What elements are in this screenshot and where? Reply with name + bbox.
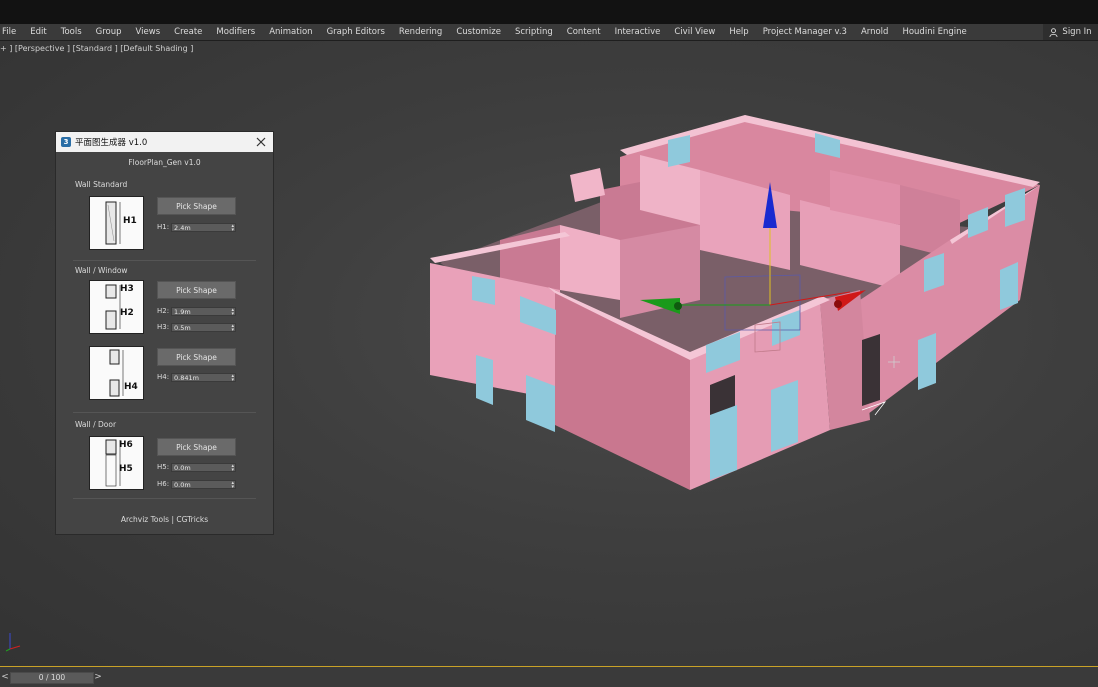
menu-group[interactable]: Group [89,24,129,40]
wall-window-thumbnail: H3 H2 [89,280,144,334]
section-wall-door: Wall / Door [75,420,117,429]
menu-views[interactable]: Views [129,24,168,40]
h2-value: 1.9m [174,308,191,316]
menu-project-manager[interactable]: Project Manager v.3 [756,24,854,40]
dialog-subtitle: FloorPlan_Gen v1.0 [128,158,201,167]
timeline-bar: < 0 / 100 > [0,666,1098,687]
h5-spinner[interactable]: 0.0m ▴ ▾ [171,463,236,473]
h2-thumb-label: H2 [120,308,134,318]
next-frame-button[interactable]: > [94,672,102,682]
h4-label: H4: [157,373,170,381]
h6-value: 0.0m [174,481,191,489]
spinner-arrows-icon[interactable]: ▴ ▾ [231,224,234,233]
menu-graph-editors[interactable]: Graph Editors [320,24,392,40]
menu-modifiers[interactable]: Modifiers [209,24,262,40]
wall-door-thumbnail: H6 H5 [89,436,144,490]
frame-counter: 0 / 100 [38,673,66,682]
separator [73,412,256,413]
menu-houdini-engine[interactable]: Houdini Engine [895,24,973,40]
h6-spinner[interactable]: 0.0m ▴ ▾ [171,480,236,490]
spinner-arrows-icon[interactable]: ▴ ▾ [231,374,234,383]
app-3ds-icon: 3 [61,137,71,147]
menu-rendering[interactable]: Rendering [392,24,449,40]
menu-help[interactable]: Help [722,24,755,40]
dialog-titlebar[interactable]: 3 平面图生成器 v1.0 [56,132,273,152]
h1-value: 2.4m [174,224,191,232]
spinner-arrows-icon[interactable]: ▴ ▾ [231,481,234,490]
menu-file[interactable]: File [0,24,23,40]
title-bar [0,0,1098,24]
menu-create[interactable]: Create [167,24,209,40]
menu-tools[interactable]: Tools [54,24,89,40]
floorplan-gen-dialog[interactable]: 3 平面图生成器 v1.0 FloorPlan_Gen v1.0 Wall St… [55,131,274,535]
h1-thumb-label: H1 [123,216,137,226]
spinner-arrows-icon[interactable]: ▴ ▾ [231,308,234,317]
pick-shape-button-wall-door[interactable]: Pick Shape [157,438,236,456]
h3-value: 0.5m [174,324,191,332]
dialog-title: 平面图生成器 v1.0 [75,138,148,148]
h6-label: H6: [157,480,170,488]
prev-frame-button[interactable]: < [1,672,9,682]
h6-thumb-label: H6 [119,440,133,450]
axis-tripod-icon [5,633,21,652]
user-icon [1049,27,1058,37]
menu-animation[interactable]: Animation [262,24,319,40]
menu-content[interactable]: Content [560,24,608,40]
h5-value: 0.0m [174,464,191,472]
time-slider[interactable]: 0 / 100 [10,672,94,684]
h2-label: H2: [157,307,170,315]
h1-label: H1: [157,223,170,231]
h1-spinner[interactable]: 2.4m ▴ ▾ [171,223,236,233]
sign-in-label: Sign In [1062,27,1092,37]
h3-label: H3: [157,323,170,331]
wall-standard-thumbnail: H1 [89,196,144,250]
menu-interactive[interactable]: Interactive [608,24,668,40]
menu-arnold[interactable]: Arnold [854,24,896,40]
h5-thumb-label: H5 [119,464,133,474]
dialog-footer: Archviz Tools | CGTricks [120,515,209,524]
h4-value: 0.841m [174,374,199,382]
menu-bar: File Edit Tools Group Views Create Modif… [0,24,1098,41]
h5-label: H5: [157,463,170,471]
close-icon[interactable] [255,135,267,149]
h3-spinner[interactable]: 0.5m ▴ ▾ [171,323,236,333]
h4-spinner[interactable]: 0.841m ▴ ▾ [171,373,236,383]
section-wall-window: Wall / Window [75,266,128,275]
h3-thumb-label: H3 [120,284,134,294]
menu-customize[interactable]: Customize [449,24,508,40]
menu-edit[interactable]: Edit [23,24,53,40]
pick-shape-button-window-sill[interactable]: Pick Shape [157,348,236,366]
menu-scripting[interactable]: Scripting [508,24,560,40]
h4-thumb-label: H4 [124,382,138,392]
pick-shape-button-wall-standard[interactable]: Pick Shape [157,197,236,215]
separator [73,498,256,499]
spinner-arrows-icon[interactable]: ▴ ▾ [231,464,234,473]
pick-shape-button-wall-window[interactable]: Pick Shape [157,281,236,299]
h2-spinner[interactable]: 1.9m ▴ ▾ [171,307,236,317]
menu-civil-view[interactable]: Civil View [667,24,722,40]
spinner-arrows-icon[interactable]: ▴ ▾ [231,324,234,333]
wall-window-sill-thumbnail: H4 [89,346,144,400]
separator [73,260,256,261]
section-wall-standard: Wall Standard [75,180,128,189]
sign-in-button[interactable]: Sign In [1043,24,1098,40]
